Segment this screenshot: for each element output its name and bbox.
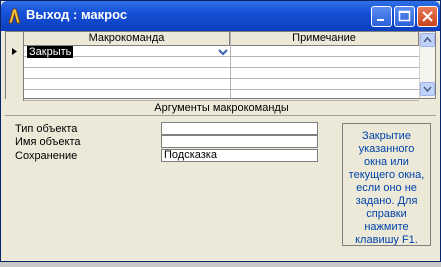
row-selector[interactable]: [6, 90, 24, 101]
scroll-up-button[interactable]: [420, 33, 435, 47]
action-value: Закрыть: [27, 46, 74, 58]
column-header-note[interactable]: Примечание: [230, 32, 419, 46]
table-row[interactable]: [6, 79, 419, 90]
save-label: Сохранение: [15, 150, 78, 162]
minimize-button[interactable]: [371, 6, 392, 27]
row-selector[interactable]: [6, 68, 24, 79]
title-bar[interactable]: Выход : макрос: [1, 1, 440, 31]
row-selector[interactable]: [6, 79, 24, 90]
maximize-button[interactable]: [394, 6, 415, 27]
object-type-label: Тип объекта: [15, 123, 78, 135]
action-cell[interactable]: Закрыть: [27, 46, 231, 58]
chevron-down-icon[interactable]: [216, 46, 230, 58]
row-selector[interactable]: [6, 57, 24, 68]
window-title: Выход : макрос: [26, 7, 128, 22]
object-name-label: Имя объекта: [15, 136, 81, 148]
access-icon: [8, 8, 21, 24]
arguments-section-title: Аргументы макрокоманды: [154, 102, 289, 114]
scroll-down-button[interactable]: [420, 82, 435, 96]
table-row[interactable]: [6, 68, 419, 79]
object-name-field[interactable]: [161, 135, 318, 148]
object-type-field[interactable]: [161, 122, 318, 135]
save-field[interactable]: Подсказка: [161, 149, 318, 162]
close-icon: [422, 11, 433, 22]
close-button[interactable]: [417, 6, 438, 27]
minimize-icon: [377, 19, 384, 21]
column-header-action[interactable]: Макрокоманда: [24, 32, 230, 46]
column-divider: [230, 32, 231, 98]
table-row[interactable]: [6, 57, 419, 68]
macro-grid: Макрокоманда Примечание Закрыть: [5, 31, 436, 101]
chevron-up-icon: [423, 36, 432, 43]
arrow-right-icon: [12, 48, 17, 55]
section-divider: [5, 115, 436, 116]
row-selector[interactable]: [6, 46, 24, 57]
macro-window: Выход : макрос Макрокоманда Примечание З…: [0, 0, 441, 262]
chevron-down-icon: [423, 86, 432, 93]
table-row[interactable]: [6, 90, 419, 101]
help-text-panel: Закрытие указанного окна или текущего ок…: [342, 123, 431, 246]
vertical-scrollbar[interactable]: [419, 32, 435, 98]
maximize-icon: [398, 10, 411, 22]
